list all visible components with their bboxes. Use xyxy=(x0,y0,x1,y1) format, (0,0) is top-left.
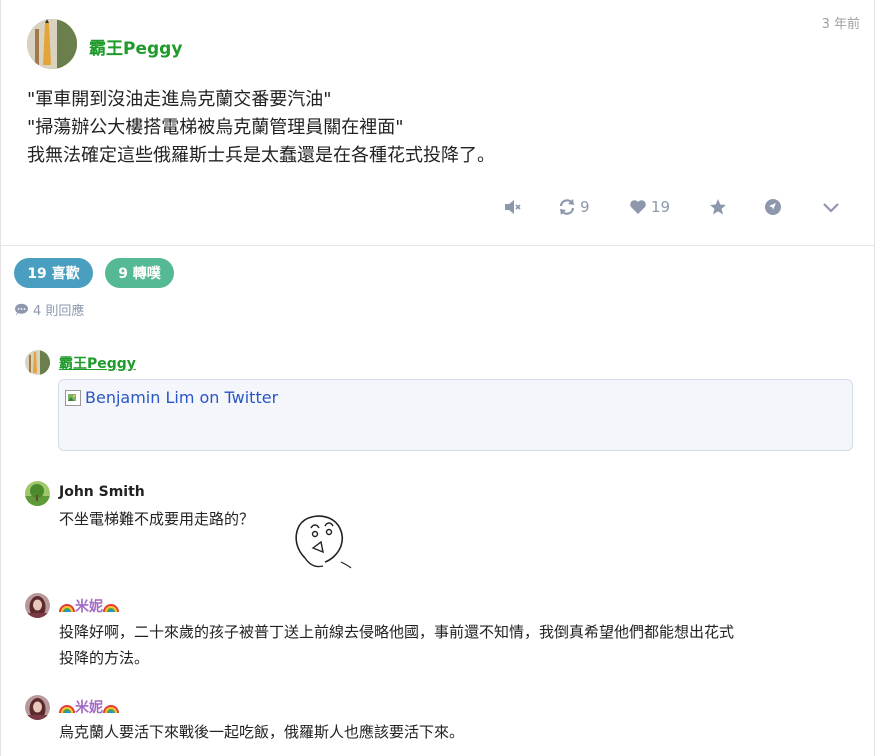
chevron-down-icon xyxy=(823,203,839,213)
avatar[interactable] xyxy=(25,350,50,375)
broken-image-icon xyxy=(65,389,81,406)
like-button[interactable]: 19 xyxy=(629,196,670,218)
response-author-row[interactable]: 米妮 xyxy=(59,596,119,616)
response-author[interactable]: 米妮 xyxy=(75,700,103,716)
avatar[interactable] xyxy=(25,481,50,506)
replurk-button[interactable]: 9 xyxy=(558,196,590,218)
replurk-icon xyxy=(559,199,575,215)
mute-button[interactable] xyxy=(503,196,521,218)
rainbow-icon xyxy=(103,705,119,714)
post-line: "掃蕩辦公大樓搭電梯被烏克蘭管理員關在裡面" xyxy=(27,117,404,138)
response-author[interactable]: 米妮 xyxy=(75,599,103,615)
response-count-label: 4 則回應 xyxy=(33,304,85,319)
more-button[interactable] xyxy=(822,196,840,218)
post-author[interactable]: 霸王Peggy xyxy=(89,34,182,59)
like-count: 19 xyxy=(651,198,671,216)
favorite-button[interactable] xyxy=(709,196,727,218)
rainbow-icon xyxy=(59,705,75,714)
response-author[interactable]: John Smith xyxy=(59,484,145,500)
avatar[interactable] xyxy=(27,19,77,69)
likes-badge[interactable]: 19 喜歡 xyxy=(14,258,93,288)
response-text: 不坐電梯難不成要用走路的？ xyxy=(59,510,255,528)
speech-bubble-icon xyxy=(14,303,28,316)
link-preview-text[interactable]: Benjamin Lim on Twitter xyxy=(85,388,278,407)
response-text-line: 投降的方法。 xyxy=(59,649,150,667)
rainbow-icon xyxy=(59,604,75,613)
link-preview-card[interactable]: Benjamin Lim on Twitter xyxy=(58,379,853,451)
replurk-count: 9 xyxy=(580,198,590,216)
post-line: "軍車開到沒油走進烏克蘭交番要汽油" xyxy=(27,89,332,110)
heart-icon xyxy=(630,200,646,214)
response-author-row[interactable]: 米妮 xyxy=(59,697,119,717)
avatar[interactable] xyxy=(25,593,50,618)
post-content: "軍車開到沒油走進烏克蘭交番要汽油" "掃蕩辦公大樓搭電梯被烏克蘭管理員關在裡面… xyxy=(27,86,495,170)
plurk-frame: 霸王Peggy 3 年前 "軍車開到沒油走進烏克蘭交番要汽油" "掃蕩辦公大樓搭… xyxy=(0,0,875,756)
response-count: 4 則回應 xyxy=(14,300,84,319)
share-icon xyxy=(765,199,781,215)
response-author[interactable]: 霸王Peggy xyxy=(59,353,136,373)
link-preview-title[interactable]: Benjamin Lim on Twitter xyxy=(65,388,278,407)
star-icon xyxy=(710,199,726,215)
main-post: 霸王Peggy 3 年前 "軍車開到沒油走進烏克蘭交番要汽油" "掃蕩辦公大樓搭… xyxy=(1,0,875,246)
mute-icon xyxy=(505,200,521,214)
replurks-badge[interactable]: 9 轉噗 xyxy=(105,258,174,288)
response-text: 投降好啊，二十來歲的孩子被普丁送上前線去侵略他國，事前還不知情，我倒真希望他們都… xyxy=(59,619,734,671)
share-button[interactable] xyxy=(764,196,782,218)
response-text: 烏克蘭人要活下來戰後一起吃飯，俄羅斯人也應該要活下來。 xyxy=(59,723,465,741)
post-line: 我無法確定這些俄羅斯士兵是太蠢還是在各種花式投降了。 xyxy=(27,145,495,166)
post-actions: 9 19 xyxy=(1,196,875,220)
avatar[interactable] xyxy=(25,695,50,720)
response-text-line: 投降好啊，二十來歲的孩子被普丁送上前線去侵略他國，事前還不知情，我倒真希望他們都… xyxy=(59,623,735,641)
rainbow-icon xyxy=(103,604,119,613)
post-timestamp[interactable]: 3 年前 xyxy=(822,13,860,32)
sketch-emoticon xyxy=(295,515,352,569)
